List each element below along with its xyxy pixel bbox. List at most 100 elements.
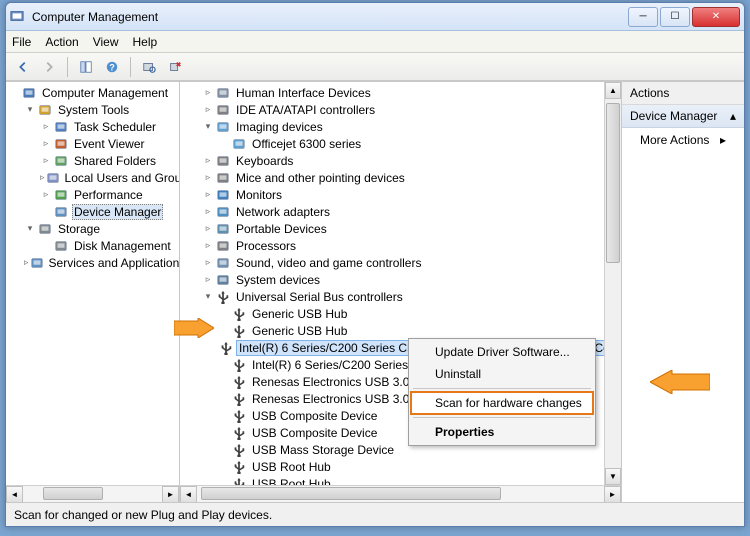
scroll-down-icon[interactable]: ▼ [605, 468, 621, 485]
tree-node[interactable]: ▹Sound, video and game controllers [180, 254, 604, 271]
tree-node[interactable]: ▹Processors [180, 237, 604, 254]
expand-icon[interactable]: ▹ [40, 172, 45, 184]
expand-icon[interactable] [218, 478, 230, 486]
expand-icon[interactable]: ▹ [40, 155, 52, 167]
console-tree[interactable]: Computer Management ▾ System Tools▹Task Sc… [6, 82, 179, 485]
tree-node[interactable]: ▾ Imaging devices [180, 118, 604, 135]
expand-icon[interactable]: ▹ [40, 138, 52, 150]
expand-icon[interactable]: ▾ [202, 121, 214, 133]
tree-node[interactable]: Disk Management [6, 237, 179, 254]
expand-icon[interactable]: ▹ [202, 87, 214, 99]
tree-node[interactable]: ▾ System Tools [6, 101, 179, 118]
scroll-right-icon[interactable]: ► [162, 486, 179, 503]
expand-icon[interactable]: ▹ [202, 155, 214, 167]
scroll-thumb[interactable] [201, 487, 501, 500]
expand-icon[interactable] [218, 410, 230, 422]
expand-icon[interactable]: ▹ [40, 121, 52, 133]
menu-view[interactable]: View [93, 35, 119, 49]
tree-node-label: Imaging devices [234, 120, 325, 134]
scroll-up-icon[interactable]: ▲ [605, 82, 621, 99]
ctx-properties[interactable]: Properties [411, 421, 593, 443]
tree-node[interactable]: ▹Performance [6, 186, 179, 203]
scroll-thumb[interactable] [43, 487, 103, 500]
forward-button[interactable] [38, 56, 60, 78]
titlebar[interactable]: Computer Management ─ ☐ ✕ [6, 3, 744, 31]
expand-icon[interactable]: ▾ [24, 223, 36, 235]
expand-icon[interactable]: ▹ [202, 104, 214, 116]
expand-icon[interactable]: ▾ [24, 104, 36, 116]
expand-icon[interactable]: ▹ [202, 206, 214, 218]
expand-icon[interactable] [218, 376, 230, 388]
tree-node[interactable]: ▾Universal Serial Bus controllers [180, 288, 604, 305]
tree-node-label: System Tools [56, 103, 131, 117]
back-button[interactable] [12, 56, 34, 78]
scroll-thumb-v[interactable] [606, 103, 620, 263]
tree-node[interactable]: USB Root Hub [180, 458, 604, 475]
tree-node[interactable]: ▹Local Users and Groups [6, 169, 179, 186]
expand-icon[interactable] [8, 87, 20, 99]
tree-node[interactable]: ▹Services and Applications [6, 254, 179, 271]
uninstall-button[interactable] [164, 56, 186, 78]
ctx-scan-hardware[interactable]: Scan for hardware changes [411, 392, 593, 414]
expand-icon[interactable]: ▹ [40, 189, 52, 201]
tree-node[interactable]: ▹Shared Folders [6, 152, 179, 169]
maximize-button[interactable]: ☐ [660, 7, 690, 27]
menu-action[interactable]: Action [45, 35, 78, 49]
expand-icon[interactable]: ▹ [202, 172, 214, 184]
tree-node[interactable]: Device Manager [6, 203, 179, 220]
tree-node-label: Device Manager [72, 204, 163, 220]
tree-node[interactable]: ▹Monitors [180, 186, 604, 203]
tree-node[interactable]: USB Root Hub [180, 475, 604, 485]
tree-node[interactable]: ▹Event Viewer [6, 135, 179, 152]
actions-section[interactable]: Device Manager ▴ [622, 105, 744, 128]
show-hide-tree-button[interactable] [75, 56, 97, 78]
expand-icon[interactable]: ▹ [24, 257, 29, 269]
expand-icon[interactable]: ▹ [202, 257, 214, 269]
close-button[interactable]: ✕ [692, 7, 740, 27]
expand-icon[interactable] [218, 393, 230, 405]
menu-help[interactable]: Help [133, 35, 158, 49]
tree-node[interactable]: ▹Keyboards [180, 152, 604, 169]
expand-icon[interactable]: ▾ [202, 291, 214, 303]
tree-node[interactable]: ▹Task Scheduler [6, 118, 179, 135]
tree-node[interactable]: ▾Storage [6, 220, 179, 237]
disk-icon [53, 238, 69, 254]
scroll-left-icon[interactable]: ◄ [180, 486, 197, 503]
nav-scrollbar-h[interactable]: ◄ ► [6, 485, 179, 502]
tree-node[interactable]: Computer Management [6, 84, 179, 101]
expand-icon[interactable] [218, 325, 230, 337]
tree-node[interactable]: ▹Network adapters [180, 203, 604, 220]
tree-node[interactable]: Officejet 6300 series [180, 135, 604, 152]
expand-icon[interactable]: ▹ [202, 223, 214, 235]
tree-node-label: Generic USB Hub [250, 307, 349, 321]
device-scrollbar-v[interactable]: ▲ ▼ [604, 82, 621, 485]
expand-icon[interactable] [40, 240, 52, 252]
expand-icon[interactable] [218, 461, 230, 473]
scan-hardware-button[interactable] [138, 56, 160, 78]
minimize-button[interactable]: ─ [628, 7, 658, 27]
tree-node[interactable]: Generic USB Hub [180, 305, 604, 322]
tree-node[interactable]: ▹Human Interface Devices [180, 84, 604, 101]
scroll-left-icon[interactable]: ◄ [6, 486, 23, 503]
ctx-uninstall[interactable]: Uninstall [411, 363, 593, 385]
help-button[interactable]: ? [101, 56, 123, 78]
expand-icon[interactable] [218, 444, 230, 456]
tree-node[interactable]: ▹System devices [180, 271, 604, 288]
scroll-right-icon[interactable]: ► [604, 486, 621, 503]
device-scrollbar-h[interactable]: ◄ ► [180, 485, 621, 502]
expand-icon[interactable]: ▹ [202, 240, 214, 252]
more-actions[interactable]: More Actions ▸ [622, 128, 744, 152]
ctx-update-driver[interactable]: Update Driver Software... [411, 341, 593, 363]
expand-icon[interactable] [218, 427, 230, 439]
expand-icon[interactable] [218, 138, 230, 150]
tree-node[interactable]: ▹Portable Devices [180, 220, 604, 237]
expand-icon[interactable] [218, 308, 230, 320]
expand-icon[interactable] [40, 206, 52, 218]
tree-node[interactable]: Generic USB Hub [180, 322, 604, 339]
expand-icon[interactable] [218, 359, 230, 371]
tree-node[interactable]: ▹Mice and other pointing devices [180, 169, 604, 186]
expand-icon[interactable]: ▹ [202, 274, 214, 286]
menu-file[interactable]: File [12, 35, 31, 49]
expand-icon[interactable]: ▹ [202, 189, 214, 201]
tree-node[interactable]: ▹IDE ATA/ATAPI controllers [180, 101, 604, 118]
